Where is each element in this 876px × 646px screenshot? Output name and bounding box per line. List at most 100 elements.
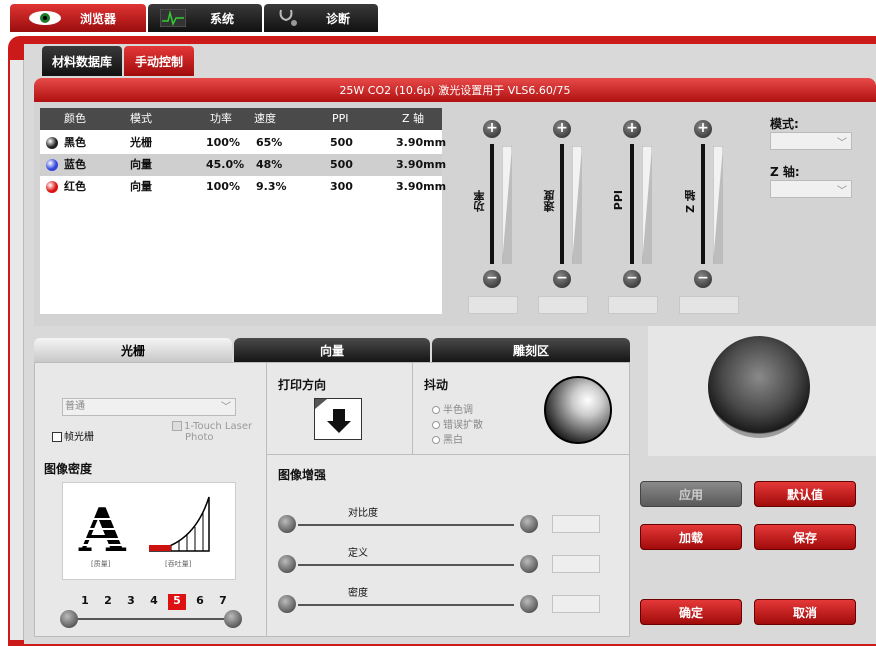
slider-value-box[interactable] xyxy=(468,296,518,314)
tab-raster[interactable]: 光栅 xyxy=(34,338,232,362)
decrease-2-button[interactable]: − xyxy=(623,270,641,288)
default-button[interactable]: 默认值 xyxy=(754,481,856,507)
color-dot-icon xyxy=(46,159,58,171)
enhance-slider-max[interactable] xyxy=(520,555,538,573)
quality-select[interactable]: 普通 ﹀ xyxy=(62,398,236,416)
z-axis-select[interactable]: ﹀ xyxy=(770,180,852,198)
density-slider-max[interactable] xyxy=(224,610,242,628)
header-mode: 模式 xyxy=(130,112,152,125)
density-level-7[interactable]: 7 xyxy=(214,594,232,610)
tab-browser-label: 浏览器 xyxy=(80,11,117,26)
radio-dot xyxy=(432,436,440,444)
cancel-button[interactable]: 取消 xyxy=(754,599,856,625)
enhance-slider-min[interactable] xyxy=(278,515,296,533)
load-button[interactable]: 加载 xyxy=(640,524,742,550)
apply-button[interactable]: 应用 xyxy=(640,481,742,507)
chevron-down-icon: ﹀ xyxy=(837,186,847,197)
z-axis-label: Z 轴: xyxy=(770,165,800,179)
tab-system[interactable]: 系统 xyxy=(148,4,262,32)
laser-settings-title: 25W CO2 (10.6µ) 激光设置用于 VLS6.60/75 xyxy=(34,78,876,102)
radio-black-white[interactable]: 黑白 xyxy=(432,431,463,446)
stethoscope-icon xyxy=(276,8,300,31)
enhance-slider-max[interactable] xyxy=(520,595,538,613)
decrease-1-button[interactable]: − xyxy=(553,270,571,288)
enhance-slider-min[interactable] xyxy=(278,555,296,573)
density-slider-track[interactable] xyxy=(78,618,224,620)
slider-label: PPI xyxy=(612,190,625,211)
increase-0-button[interactable]: + xyxy=(483,120,501,138)
radio-halftone[interactable]: 半色调 xyxy=(432,401,473,416)
mode-label: 模式: xyxy=(770,117,799,131)
tab-diagnostics[interactable]: 诊断 xyxy=(264,4,378,32)
enhance-slider-track[interactable] xyxy=(298,524,514,526)
enhance-value-box[interactable] xyxy=(552,555,600,573)
radio-black-white-label: 黑白 xyxy=(443,435,463,446)
enhance-value-box[interactable] xyxy=(552,515,600,533)
enhance-slider-max[interactable] xyxy=(520,515,538,533)
enhance-slider-track[interactable] xyxy=(298,604,514,606)
increase-1-button[interactable]: + xyxy=(553,120,571,138)
save-button[interactable]: 保存 xyxy=(754,524,856,550)
decrease-0-button[interactable]: − xyxy=(483,270,501,288)
tab-diagnostics-label: 诊断 xyxy=(326,11,351,26)
mode-select[interactable]: ﹀ xyxy=(770,132,852,150)
table-cell-z: 3.90mm xyxy=(396,180,447,193)
slider-value-box[interactable] xyxy=(679,296,739,314)
one-touch-label: 1-Touch Laser xyxy=(184,421,253,432)
table-cell-ppi: 500 xyxy=(330,136,353,149)
slider-wedge xyxy=(712,145,724,265)
divider xyxy=(267,454,629,455)
table-row[interactable]: 黑色 光栅 100% 65% 500 3.90mm xyxy=(40,132,446,154)
ok-button[interactable]: 确定 xyxy=(640,599,742,625)
density-level-6[interactable]: 6 xyxy=(191,594,209,610)
table-cell-z: 3.90mm xyxy=(396,136,447,149)
enhance-slider-track[interactable] xyxy=(298,564,514,566)
left-strip xyxy=(10,60,24,640)
slider-value-box[interactable] xyxy=(538,296,588,314)
header-color: 颜色 xyxy=(64,112,86,125)
tab-manual-control[interactable]: 手动控制 xyxy=(124,46,194,76)
print-direction-button[interactable] xyxy=(314,398,362,440)
decrease-3-button[interactable]: − xyxy=(694,270,712,288)
tab-vector[interactable]: 向量 xyxy=(234,338,430,362)
slider-track[interactable] xyxy=(630,144,634,264)
checkbox-box xyxy=(172,421,182,431)
table-row[interactable]: 蓝色 向量 45.0% 48% 500 3.90mm xyxy=(40,154,446,176)
density-level-1[interactable]: 1 xyxy=(76,594,94,610)
color-dot-icon xyxy=(46,181,58,193)
radio-error-diffusion[interactable]: 错误扩散 xyxy=(432,416,483,431)
print-direction-title: 打印方向 xyxy=(278,378,327,392)
header-z: Z 轴 xyxy=(402,112,425,125)
table-cell-ppi: 500 xyxy=(330,158,353,171)
header-ppi: PPI xyxy=(332,112,349,125)
slider-track[interactable] xyxy=(701,144,705,264)
slider-wedge xyxy=(501,145,513,265)
table-row[interactable]: 红色 向量 100% 9.3% 300 3.90mm xyxy=(40,176,446,198)
one-touch-checkbox[interactable]: 1-Touch Laser Photo xyxy=(172,421,252,443)
tab-material-database[interactable]: 材料数据库 xyxy=(42,46,122,76)
radio-error-diffusion-label: 错误扩散 xyxy=(443,420,483,431)
density-level-4[interactable]: 4 xyxy=(145,594,163,610)
slider-track[interactable] xyxy=(560,144,564,264)
table-cell-speed: 65% xyxy=(256,136,283,149)
tab-system-label: 系统 xyxy=(210,11,235,26)
density-level-2[interactable]: 2 xyxy=(99,594,117,610)
tab-browser[interactable]: 浏览器 xyxy=(10,4,146,32)
chevron-down-icon: ﹀ xyxy=(837,138,847,149)
density-level-3[interactable]: 3 xyxy=(122,594,140,610)
enhance-value-box[interactable] xyxy=(552,595,600,613)
increase-3-button[interactable]: + xyxy=(694,120,712,138)
density-level-5[interactable]: 5 xyxy=(168,594,186,610)
table-cell-color: 黑色 xyxy=(64,136,86,149)
header-power: 功率 xyxy=(210,112,232,125)
focus-button[interactable] xyxy=(708,336,810,438)
frame-raster-checkbox[interactable]: 帧光栅 xyxy=(52,428,94,443)
waveform-icon xyxy=(159,8,187,30)
image-enhance-title: 图像增强 xyxy=(278,468,327,482)
density-slider-min[interactable] xyxy=(60,610,78,628)
increase-2-button[interactable]: + xyxy=(623,120,641,138)
tab-engrave-area[interactable]: 雕刻区 xyxy=(432,338,630,362)
slider-track[interactable] xyxy=(490,144,494,264)
enhance-slider-min[interactable] xyxy=(278,595,296,613)
slider-value-box[interactable] xyxy=(608,296,658,314)
